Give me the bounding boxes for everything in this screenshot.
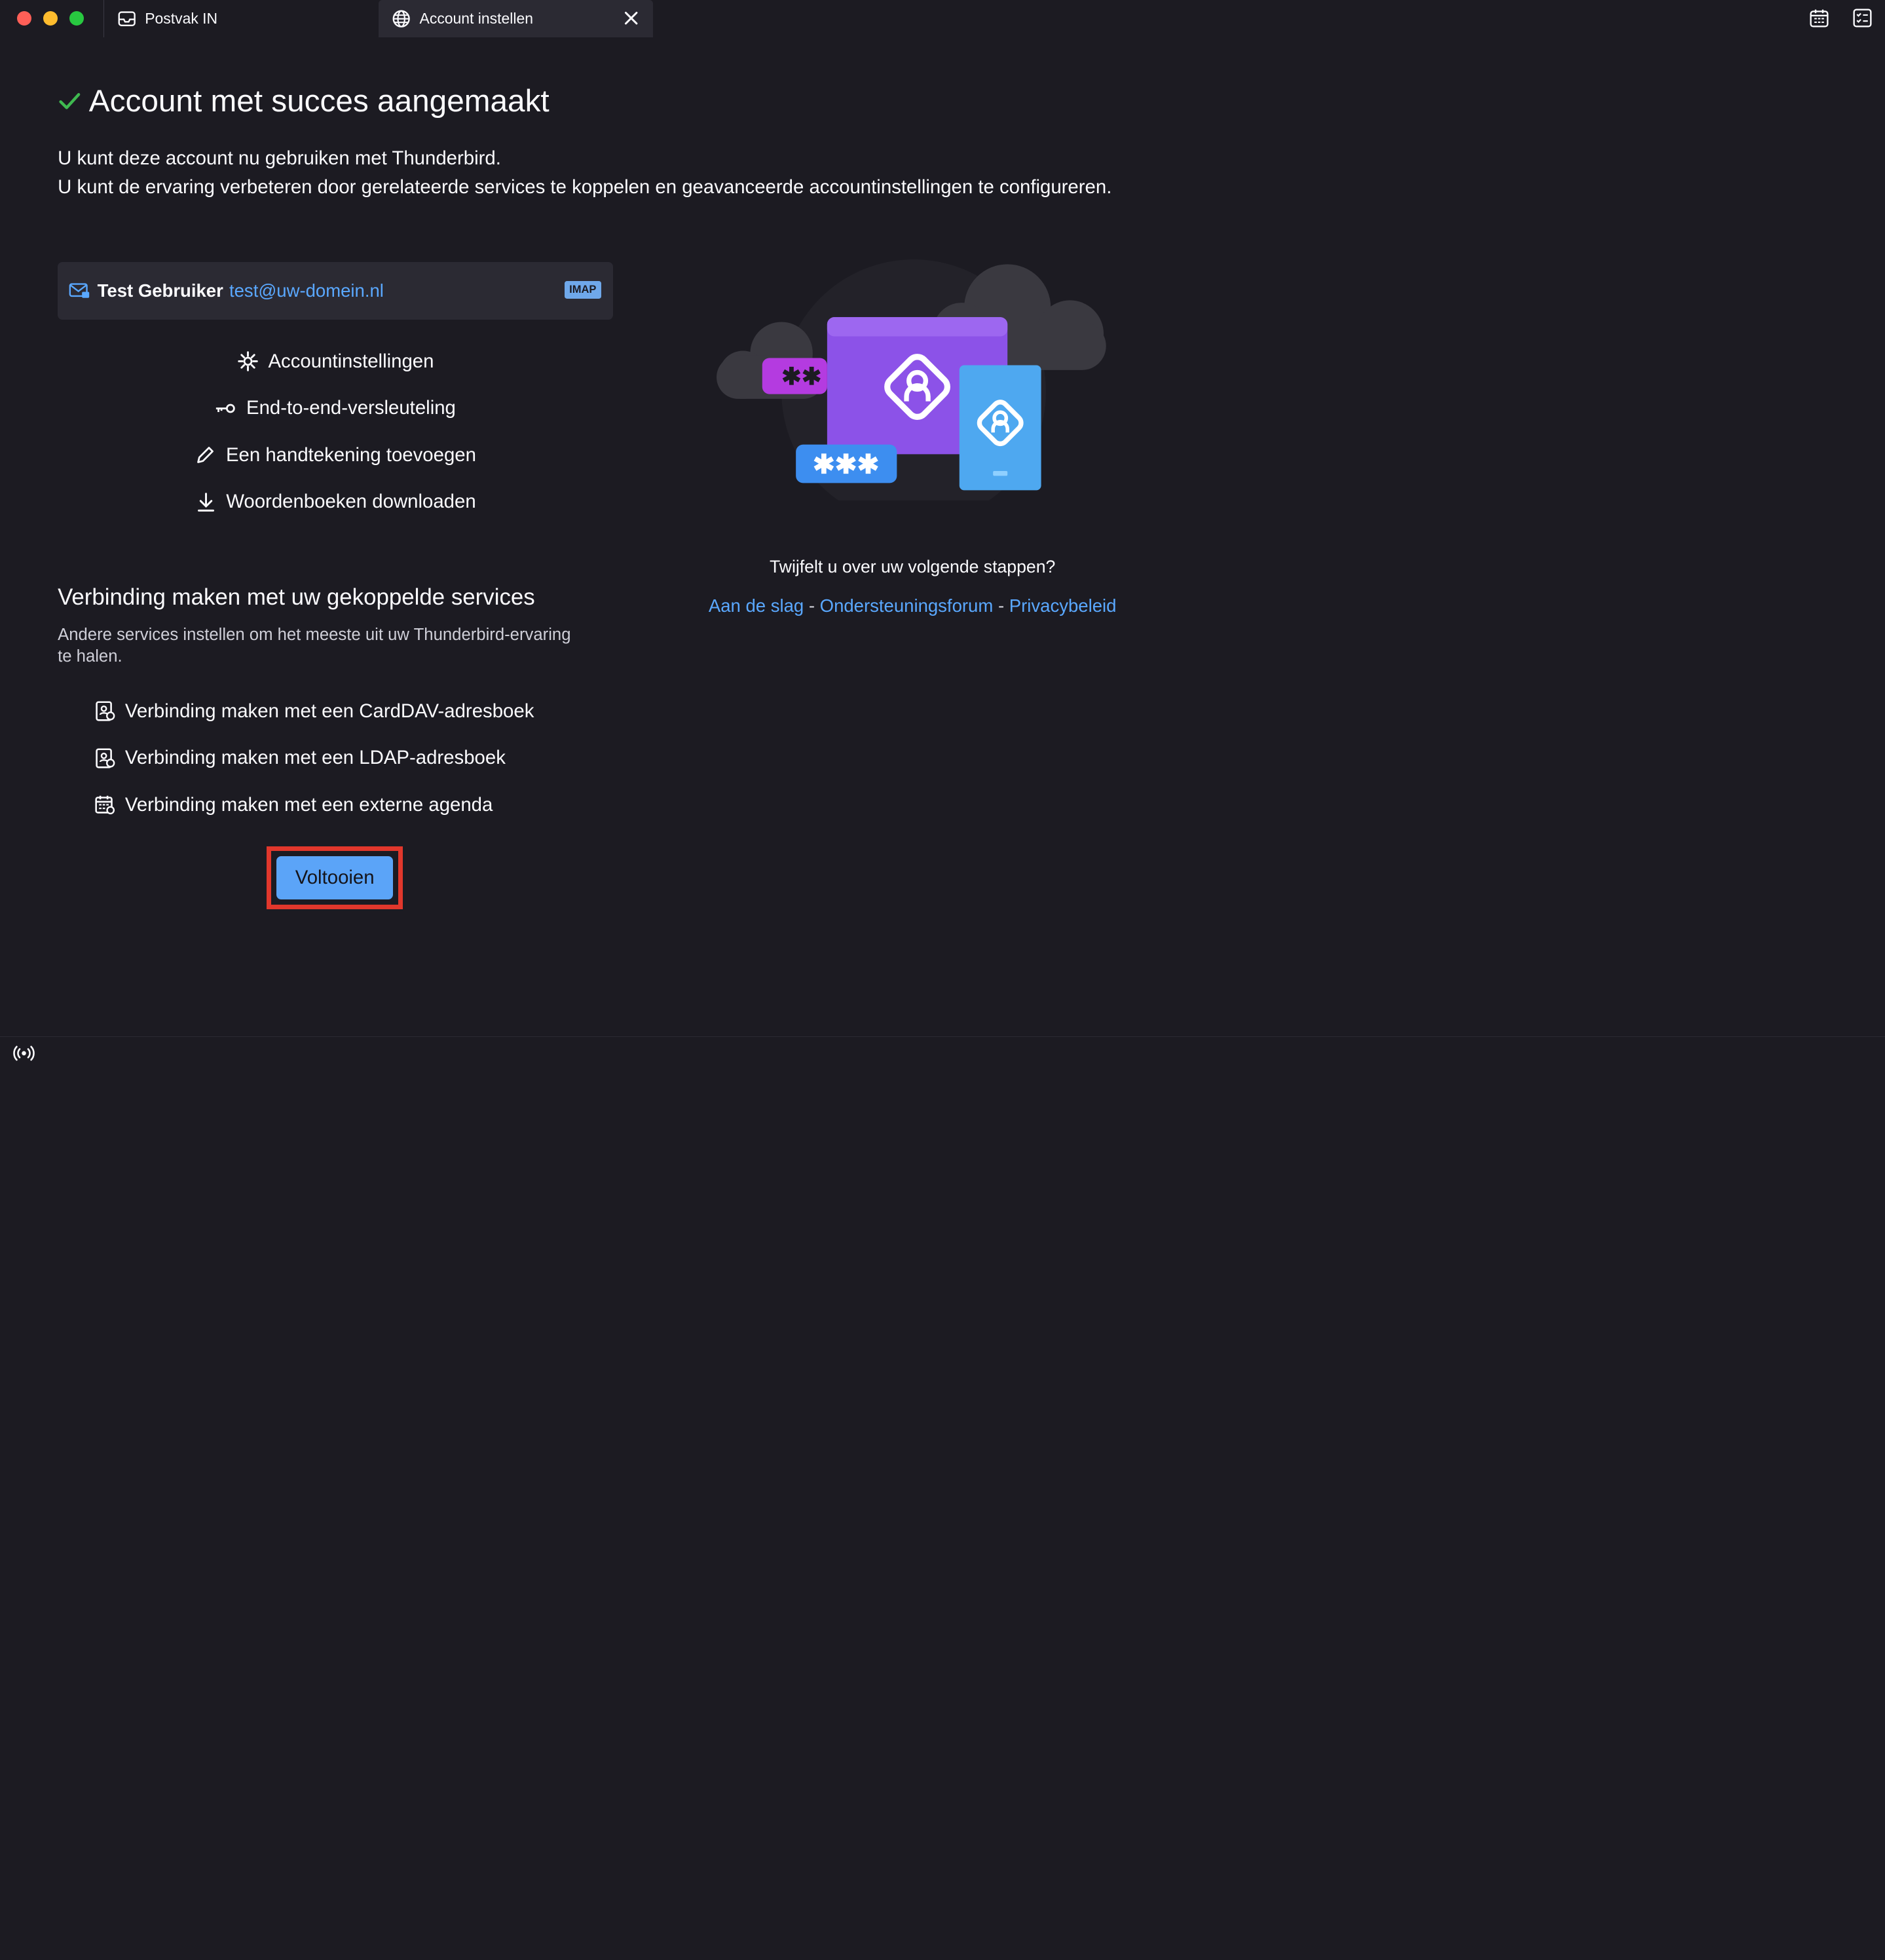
inbox-icon: [116, 8, 138, 29]
address-book-icon: [96, 701, 115, 721]
action-label: End-to-end-versleuteling: [246, 397, 456, 419]
service-label: Verbinding maken met een CardDAV-adresbo…: [124, 700, 534, 722]
add-signature-link[interactable]: Een handtekening toevoegen: [58, 432, 613, 479]
tab-label: Postvak IN: [145, 9, 218, 27]
privacy-policy-link[interactable]: Privacybeleid: [1009, 595, 1117, 616]
account-security-illustration: ✱✱ ✱✱✱: [716, 259, 1106, 500]
protocol-badge: IMAP: [564, 281, 601, 299]
connect-carddav-link[interactable]: Verbinding maken met een CardDAV-adresbo…: [94, 688, 534, 735]
svg-text:✱✱✱: ✱✱✱: [813, 449, 880, 480]
status-bar: [0, 1036, 1885, 1068]
page-title-text: Account met succes aangemaakt: [88, 83, 550, 119]
help-links: Aan de slag - Ondersteuningsforum - Priv…: [702, 595, 1123, 616]
account-name: Test Gebruiker: [97, 280, 223, 301]
action-label: Accountinstellingen: [268, 350, 434, 372]
app-window: Postvak IN Account instellen Account met…: [0, 0, 1885, 1068]
tasks-icon[interactable]: [1852, 7, 1873, 29]
services-description: Andere services instellen om het meeste …: [58, 625, 571, 666]
intro-line-2: U kunt de ervaring verbeteren door gerel…: [58, 176, 1112, 198]
mail-lock-icon: [69, 283, 89, 299]
tab-bar: Postvak IN Account instellen: [0, 0, 1885, 37]
connect-calendar-link[interactable]: Verbinding maken met een externe agenda: [94, 782, 534, 829]
account-settings-link[interactable]: Accountinstellingen: [58, 338, 613, 385]
svg-text:✱✱: ✱✱: [781, 363, 821, 390]
pencil-icon: [197, 447, 214, 464]
action-label: Woordenboeken downloaden: [226, 491, 476, 513]
globe-icon: [391, 8, 413, 29]
download-icon: [197, 492, 214, 512]
link-separator: -: [808, 595, 815, 616]
connect-ldap-link[interactable]: Verbinding maken met een LDAP-adresboek: [94, 734, 534, 782]
finish-button[interactable]: Voltooien: [276, 856, 394, 899]
tab-account-setup[interactable]: Account instellen: [379, 0, 653, 37]
download-dictionaries-link[interactable]: Woordenboeken downloaden: [58, 479, 613, 526]
account-email: test@uw-domein.nl: [229, 280, 384, 301]
key-icon: [216, 404, 236, 413]
minimize-window-button[interactable]: [43, 10, 58, 26]
address-book-icon: [96, 748, 115, 768]
account-card: Test Gebruiker test@uw-domein.nl IMAP: [58, 262, 614, 320]
service-label: Verbinding maken met een LDAP-adresboek: [124, 747, 506, 769]
gear-icon: [238, 351, 258, 371]
e2e-encryption-link[interactable]: End-to-end-versleuteling: [58, 385, 613, 432]
close-window-button[interactable]: [16, 10, 31, 26]
action-label: Een handtekening toevoegen: [225, 443, 476, 466]
calendar-icon: [95, 796, 115, 815]
service-list: Verbinding maken met een CardDAV-adresbo…: [94, 688, 534, 829]
account-setup-page: Account met succes aangemaakt U kunt dez…: [0, 37, 1885, 1037]
checkmark-icon: [59, 92, 81, 109]
intro-text: U kunt deze account nu gebruiken met Thu…: [58, 144, 1111, 202]
zoom-window-button[interactable]: [69, 10, 84, 26]
next-steps-question: Twijfelt u over uw volgende stappen?: [769, 556, 1056, 576]
link-separator: -: [998, 595, 1005, 616]
tab-label: Account instellen: [419, 9, 533, 27]
online-status-icon[interactable]: [13, 1044, 35, 1066]
calendar-icon[interactable]: [1808, 7, 1830, 29]
close-icon[interactable]: [622, 9, 641, 28]
support-forum-link[interactable]: Ondersteuningsforum: [820, 595, 994, 616]
intro-line-1: U kunt deze account nu gebruiken met Thu…: [58, 147, 501, 170]
getting-started-link[interactable]: Aan de slag: [709, 595, 804, 616]
service-label: Verbinding maken met een externe agenda: [124, 793, 493, 816]
page-title: Account met succes aangemaakt: [58, 83, 550, 119]
services-title: Verbinding maken met uw gekoppelde servi…: [58, 584, 535, 611]
account-actions: Accountinstellingen End-to-end-versleute…: [58, 338, 613, 525]
tab-inbox[interactable]: Postvak IN: [103, 0, 377, 37]
